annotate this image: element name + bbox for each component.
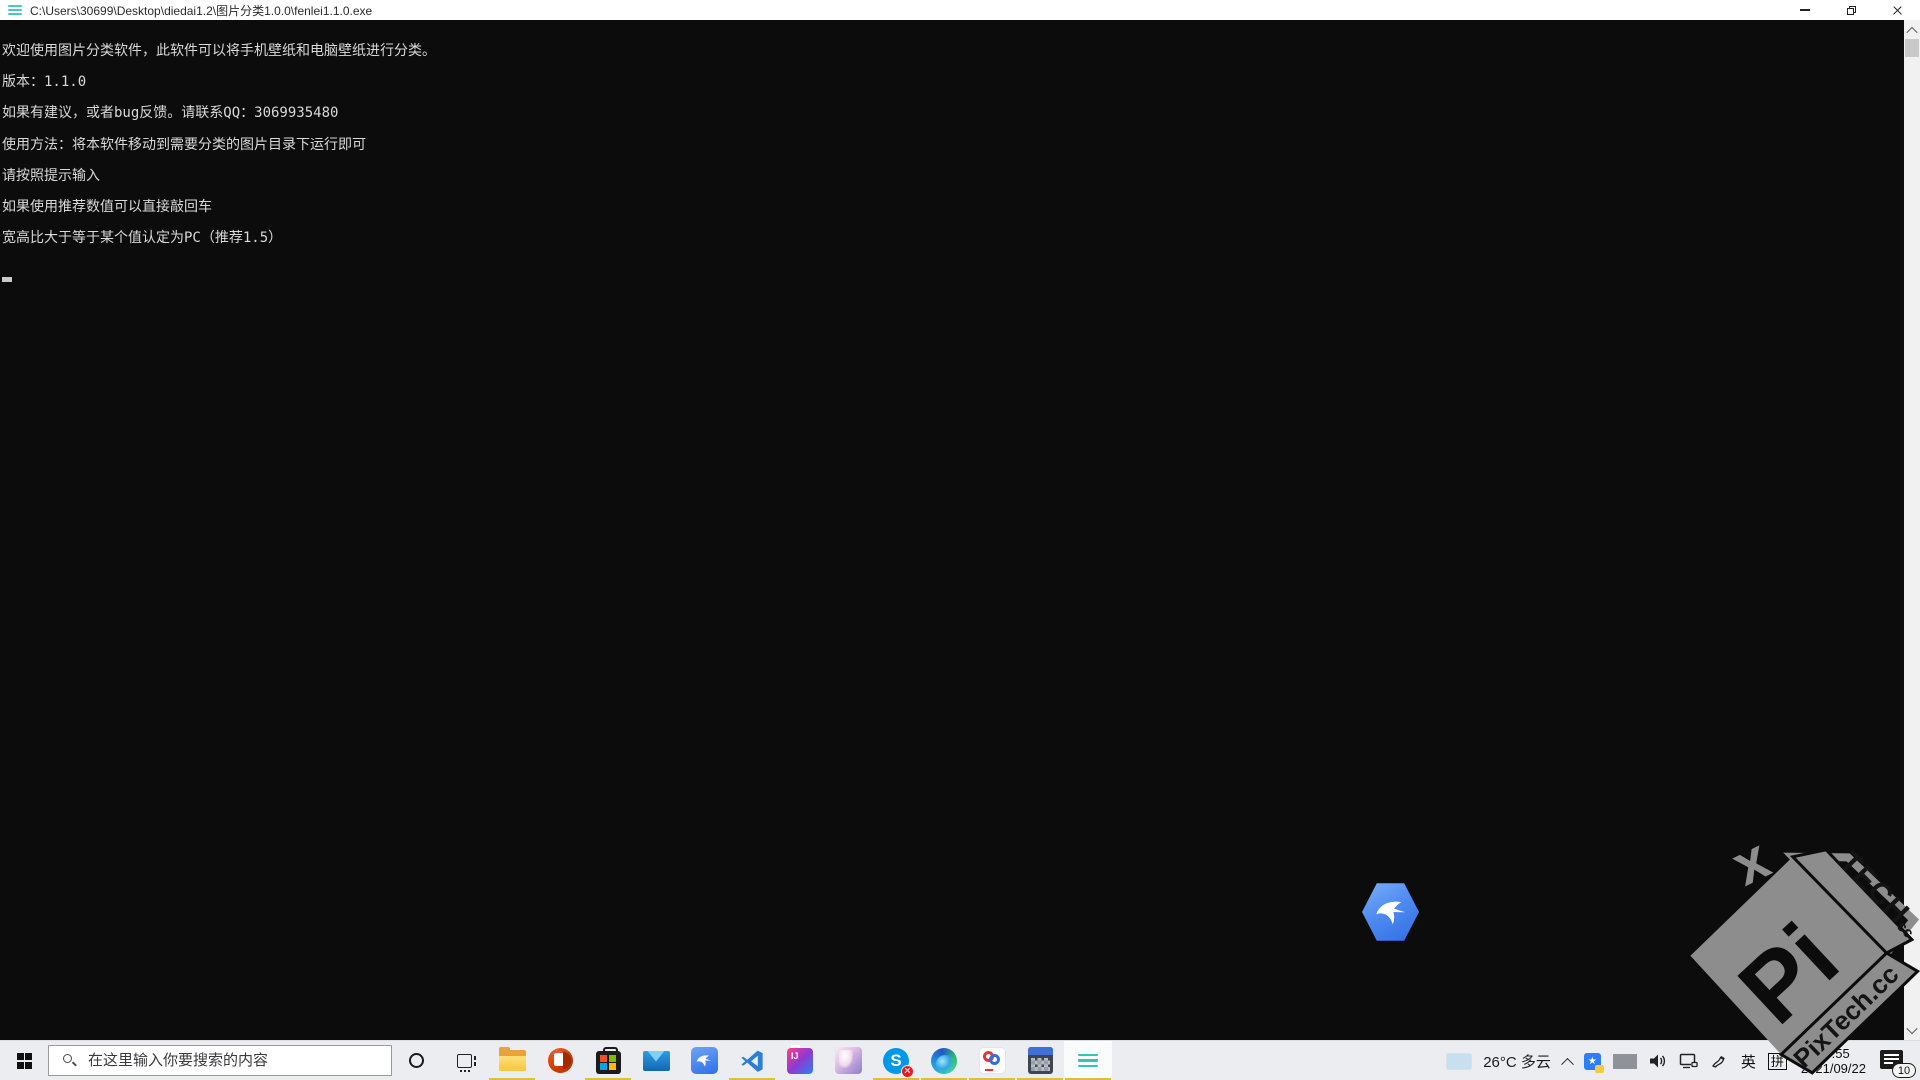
translator-star-icon: ★: [1584, 1053, 1601, 1070]
calculator-icon: [1028, 1047, 1053, 1074]
restore-button[interactable]: [1828, 0, 1874, 20]
scroll-down-arrow[interactable]: [1904, 1021, 1920, 1038]
onedrive-cloud-icon: [1613, 1054, 1637, 1069]
clock-time: 20:55: [1801, 1046, 1866, 1061]
console-line: 版本：1.1.0: [2, 65, 436, 96]
minimize-icon: [1800, 9, 1810, 10]
search-icon: [62, 1053, 78, 1069]
thunder-icon: [691, 1047, 718, 1074]
weather-cloud-icon: [1447, 1054, 1471, 1069]
fenlei-console-icon: [1078, 1054, 1098, 1068]
chevron-up-icon: [1906, 26, 1917, 37]
pen-ink-icon: [1711, 1053, 1729, 1069]
taskbar-app-microsoft-store[interactable]: [584, 1041, 632, 1080]
action-center-button[interactable]: 10: [1874, 1041, 1920, 1080]
system-tray: 26°C 多云 ★ 英 拼: [1441, 1041, 1920, 1080]
weather-text[interactable]: 26°C 多云: [1477, 1041, 1557, 1080]
mail-icon: [643, 1051, 670, 1071]
language-indicator[interactable]: 英: [1735, 1041, 1762, 1080]
notification-count-badge: 10: [1892, 1063, 1916, 1078]
microsoft-store-icon: [596, 1051, 621, 1074]
restore-icon: [1847, 6, 1856, 15]
console-line: 宽高比大于等于某个值认定为PC（推荐1.5）: [2, 222, 436, 253]
ime-indicator[interactable]: 拼: [1762, 1041, 1793, 1080]
thunder-bird-icon: [1373, 895, 1409, 929]
weather-temp: 26°C: [1483, 1054, 1517, 1071]
taskbar-app-file-explorer[interactable]: [488, 1041, 536, 1080]
console-line: 欢迎使用图片分类软件，此软件可以将手机壁纸和电脑壁纸进行分类。: [2, 34, 436, 65]
taskbar-app-edge[interactable]: [920, 1041, 968, 1080]
taskbar-app-anime-pictures[interactable]: [824, 1041, 872, 1080]
start-button[interactable]: [0, 1041, 48, 1080]
intellij-icon: IJ: [787, 1048, 813, 1074]
chevron-up-icon: [1561, 1057, 1574, 1070]
scrollbar-thumb[interactable]: [1905, 39, 1919, 57]
window-controls: [1782, 0, 1920, 20]
search-input[interactable]: [88, 1052, 368, 1069]
tray-overflow-button[interactable]: [1557, 1041, 1578, 1080]
network-tray-button[interactable]: [1673, 1041, 1705, 1080]
console-output: 欢迎使用图片分类软件，此软件可以将手机壁纸和电脑壁纸进行分类。版本：1.1.0如…: [2, 34, 436, 253]
vscode-icon: [739, 1048, 765, 1074]
taskbar-app-rings[interactable]: [968, 1041, 1016, 1080]
taskbar-app-skype[interactable]: S: [872, 1041, 920, 1080]
taskbar-clock[interactable]: 20:552021/09/22: [1793, 1041, 1874, 1080]
onedrive-tray-button[interactable]: [1607, 1041, 1643, 1080]
file-explorer-icon: [499, 1050, 526, 1071]
speaker-icon: [1649, 1053, 1667, 1069]
weather-button[interactable]: [1441, 1041, 1477, 1080]
taskbar: IJ S 26°C 多云 ★: [0, 1040, 1920, 1080]
taskbar-app-vscode[interactable]: [728, 1041, 776, 1080]
language-label: 英: [1741, 1051, 1756, 1072]
weather-condition: 多云: [1521, 1054, 1551, 1071]
windows-ink-tray-button[interactable]: [1705, 1041, 1735, 1080]
close-button[interactable]: [1874, 0, 1920, 20]
chevron-down-icon: [1906, 1022, 1917, 1033]
app-menu-icon[interactable]: [8, 5, 22, 15]
task-view-icon: [457, 1054, 472, 1068]
console-cursor: [2, 277, 12, 282]
ethernet-icon: [1679, 1053, 1699, 1069]
cortana-icon: [409, 1053, 424, 1068]
taskbar-app-thunder[interactable]: [680, 1041, 728, 1080]
console-titlebar: C:\Users\30699\Desktop\diedai1.2\图片分类1.0…: [0, 0, 1920, 20]
edge-icon: [931, 1048, 957, 1074]
volume-tray-button[interactable]: [1643, 1041, 1673, 1080]
taskbar-app-calculator[interactable]: [1016, 1041, 1064, 1080]
console-line: 使用方法：将本软件移动到需要分类的图片目录下运行即可: [2, 128, 436, 159]
office-icon: [548, 1048, 573, 1073]
skype-signout-badge: [901, 1065, 914, 1078]
console-line: 请按照提示输入: [2, 159, 436, 190]
taskbar-app-intellij[interactable]: IJ: [776, 1041, 824, 1080]
taskbar-search-box[interactable]: [48, 1045, 392, 1076]
close-icon: [1892, 5, 1903, 16]
console-line: 如果有建议，或者bug反馈。请联系QQ：3069935480: [2, 97, 436, 128]
console-scrollbar[interactable]: [1904, 20, 1920, 1040]
anime-picture-icon: [835, 1047, 862, 1074]
clock-date: 2021/09/22: [1801, 1061, 1866, 1076]
minimize-button[interactable]: [1782, 0, 1828, 20]
windows-logo-icon: [17, 1053, 32, 1068]
translator-tray-button[interactable]: ★: [1578, 1041, 1607, 1080]
task-view-button[interactable]: [440, 1041, 488, 1080]
window-title: C:\Users\30699\Desktop\diedai1.2\图片分类1.0…: [30, 2, 372, 19]
console-line: 如果使用推荐数值可以直接敲回车: [2, 190, 436, 221]
rings-app-icon: [979, 1047, 1006, 1074]
ime-label: 拼: [1768, 1053, 1787, 1070]
taskbar-app-office[interactable]: [536, 1041, 584, 1080]
console-window[interactable]: 欢迎使用图片分类软件，此软件可以将手机壁纸和电脑壁纸进行分类。版本：1.1.0如…: [0, 20, 1904, 1040]
taskbar-app-mail[interactable]: [632, 1041, 680, 1080]
scroll-up-arrow[interactable]: [1904, 22, 1920, 39]
taskbar-app-fenlei-console[interactable]: [1064, 1041, 1112, 1080]
cortana-button[interactable]: [392, 1041, 440, 1080]
